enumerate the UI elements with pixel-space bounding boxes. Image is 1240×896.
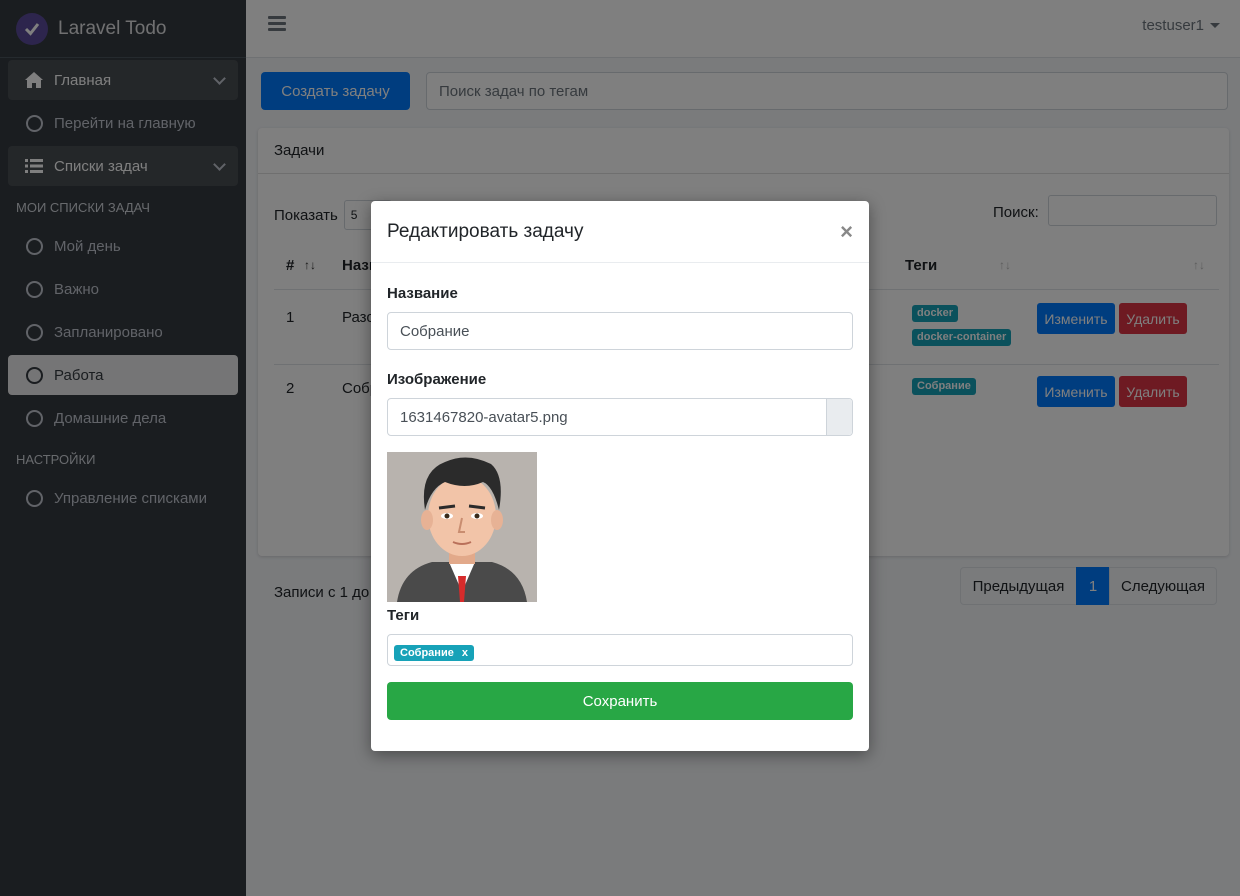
tag-chip: Собрание x — [394, 645, 474, 661]
name-label: Название — [387, 285, 458, 302]
task-name-input[interactable]: Собрание — [387, 312, 853, 350]
tag-chip-label: Собрание — [400, 647, 454, 659]
tag-remove-icon[interactable]: x — [462, 647, 468, 659]
modal-header: Редактировать задачу — [371, 201, 869, 263]
image-file-name: 1631467820-avatar5.png — [400, 408, 568, 426]
tags-input[interactable]: Собрание x — [387, 634, 853, 666]
edit-task-modal: Редактировать задачу × Название Собрание… — [371, 201, 869, 751]
close-icon[interactable]: × — [840, 219, 853, 245]
modal-title: Редактировать задачу — [387, 220, 584, 242]
browse-button[interactable] — [826, 399, 852, 435]
image-label: Изображение — [387, 371, 487, 388]
save-button[interactable]: Сохранить — [387, 682, 853, 720]
tags-label: Теги — [387, 607, 420, 624]
task-image-avatar — [387, 452, 537, 602]
image-file-input[interactable]: 1631467820-avatar5.png — [387, 398, 853, 436]
